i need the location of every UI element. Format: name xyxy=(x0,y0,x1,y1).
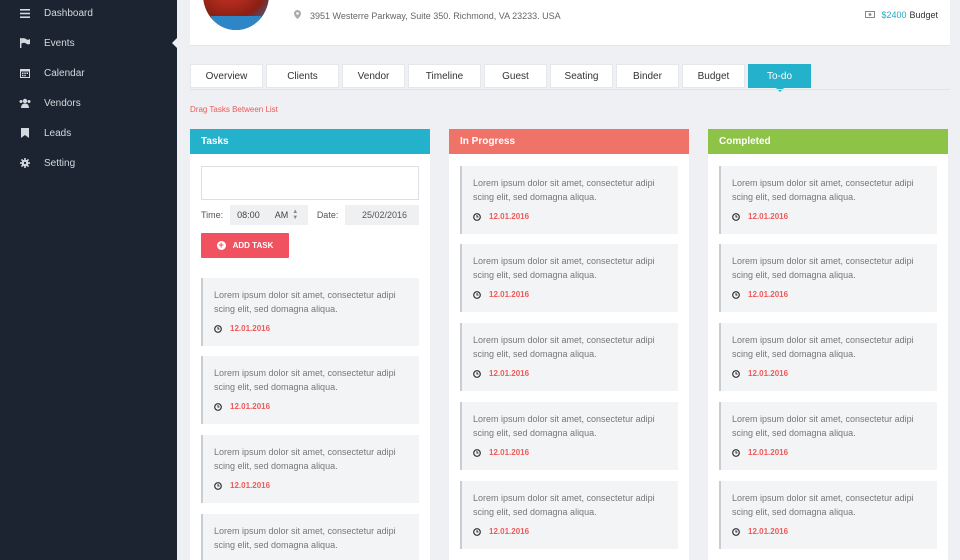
tab-seating[interactable]: Seating xyxy=(550,64,613,88)
money-icon xyxy=(865,10,876,20)
task-card[interactable]: Lorem ipsum dolor sit amet, consectetur … xyxy=(201,435,419,503)
drag-hint: Drag Tasks Between List xyxy=(190,105,278,114)
clock-icon xyxy=(214,402,222,411)
tab-clients[interactable]: Clients xyxy=(266,64,339,88)
sidebar-item-label: Setting xyxy=(44,157,76,169)
time-value: 08:00 xyxy=(237,210,260,220)
task-card[interactable]: Lorem ipsum dolor sit amet, consectetur … xyxy=(719,402,937,470)
task-card[interactable]: Lorem ipsum dolor sit amet, consectetur … xyxy=(460,481,678,549)
sidebar-item-label: Leads xyxy=(44,127,72,139)
flag-icon xyxy=(19,37,31,49)
tab-todo[interactable]: To-do xyxy=(748,64,811,92)
completed-column: Completed Lorem ipsum dolor sit amet, co… xyxy=(708,129,948,560)
column-title: In Progress xyxy=(449,129,689,154)
time-spinner-icon[interactable]: ▲ ▼ xyxy=(292,209,298,221)
clock-icon xyxy=(473,448,481,457)
in-progress-column: In Progress Lorem ipsum dolor sit amet, … xyxy=(449,129,689,560)
event-address: 3951 Westerre Parkway, Suite 350. Richmo… xyxy=(294,10,561,21)
event-avatar xyxy=(203,0,269,30)
column-title: Tasks xyxy=(190,129,430,154)
main-content: 3951 Westerre Parkway, Suite 350. Richmo… xyxy=(177,0,960,560)
map-pin-icon xyxy=(294,10,301,21)
time-label: Time: xyxy=(201,210,224,220)
calendar-icon xyxy=(19,67,31,79)
task-card[interactable]: Lorem ipsum dolor sit amet, consectetur … xyxy=(719,244,937,312)
time-picker[interactable]: 08:00 AM ▲ ▼ xyxy=(230,205,308,225)
tab-vendor[interactable]: Vendor xyxy=(342,64,405,88)
task-card[interactable]: Lorem ipsum dolor sit amet, consectetur … xyxy=(460,166,678,234)
clock-icon xyxy=(473,527,481,536)
sidebar-item-label: Calendar xyxy=(44,67,85,79)
tab-timeline[interactable]: Timeline xyxy=(408,64,481,88)
task-card[interactable]: Lorem ipsum dolor sit amet, consectetur … xyxy=(201,514,419,560)
event-tabs: Overview Clients Vendor Timeline Guest S… xyxy=(190,64,814,92)
tasks-column: Tasks Time: 08:00 AM ▲ ▼ Date: 25/02/2016… xyxy=(190,129,430,560)
bookmark-icon xyxy=(19,127,31,139)
clock-icon xyxy=(214,324,222,333)
clock-icon xyxy=(473,290,481,299)
tab-overview[interactable]: Overview xyxy=(190,64,263,88)
clock-icon xyxy=(732,448,740,457)
task-card[interactable]: Lorem ipsum dolor sit amet, consectetur … xyxy=(719,323,937,391)
clock-icon xyxy=(732,369,740,378)
sidebar-item-label: Events xyxy=(44,37,75,49)
clock-icon xyxy=(732,527,740,536)
task-card[interactable]: Lorem ipsum dolor sit amet, consectetur … xyxy=(719,481,937,549)
task-card[interactable]: Lorem ipsum dolor sit amet, consectetur … xyxy=(201,356,419,424)
ampm-value: AM xyxy=(274,210,289,220)
event-header: 3951 Westerre Parkway, Suite 350. Richmo… xyxy=(190,0,950,46)
sidebar-item-vendors[interactable]: Vendors xyxy=(0,88,177,118)
tab-binder[interactable]: Binder xyxy=(616,64,679,88)
clock-icon xyxy=(473,212,481,221)
tab-budget[interactable]: Budget xyxy=(682,64,745,88)
sidebar-item-leads[interactable]: Leads xyxy=(0,118,177,148)
date-picker[interactable]: 25/02/2016 xyxy=(345,205,419,225)
task-time-row: Time: 08:00 AM ▲ ▼ Date: 25/02/2016 xyxy=(201,205,419,225)
clock-icon xyxy=(732,290,740,299)
task-card[interactable]: Lorem ipsum dolor sit amet, consectetur … xyxy=(201,278,419,346)
sidebar: Dashboard Events Calendar Vendors Leads … xyxy=(0,0,177,560)
column-title: Completed xyxy=(708,129,948,154)
add-task-button[interactable]: + ADD TASK xyxy=(201,233,289,258)
task-card[interactable]: Lorem ipsum dolor sit amet, consectetur … xyxy=(460,244,678,312)
task-card[interactable]: Lorem ipsum dolor sit amet, consectetur … xyxy=(460,323,678,391)
users-icon xyxy=(19,97,31,109)
menu-icon xyxy=(19,7,31,19)
sidebar-item-label: Vendors xyxy=(44,97,81,109)
clock-icon xyxy=(473,369,481,378)
sidebar-item-events[interactable]: Events xyxy=(0,28,177,58)
task-card[interactable]: Lorem ipsum dolor sit amet, consectetur … xyxy=(460,402,678,470)
sidebar-item-setting[interactable]: Setting xyxy=(0,148,177,178)
gear-icon xyxy=(19,157,31,169)
tab-guest[interactable]: Guest xyxy=(484,64,547,88)
clock-icon xyxy=(214,481,222,490)
sidebar-item-label: Dashboard xyxy=(44,7,93,19)
sidebar-item-calendar[interactable]: Calendar xyxy=(0,58,177,88)
budget-summary: $2400 Budget xyxy=(865,10,938,20)
plus-icon: + xyxy=(216,240,226,250)
tabs-divider xyxy=(190,89,950,90)
new-task-input[interactable] xyxy=(201,166,419,200)
task-card[interactable]: Lorem ipsum dolor sit amet, consectetur … xyxy=(719,166,937,234)
clock-icon xyxy=(732,212,740,221)
date-label: Date: xyxy=(316,210,339,220)
sidebar-item-dashboard[interactable]: Dashboard xyxy=(0,0,177,28)
